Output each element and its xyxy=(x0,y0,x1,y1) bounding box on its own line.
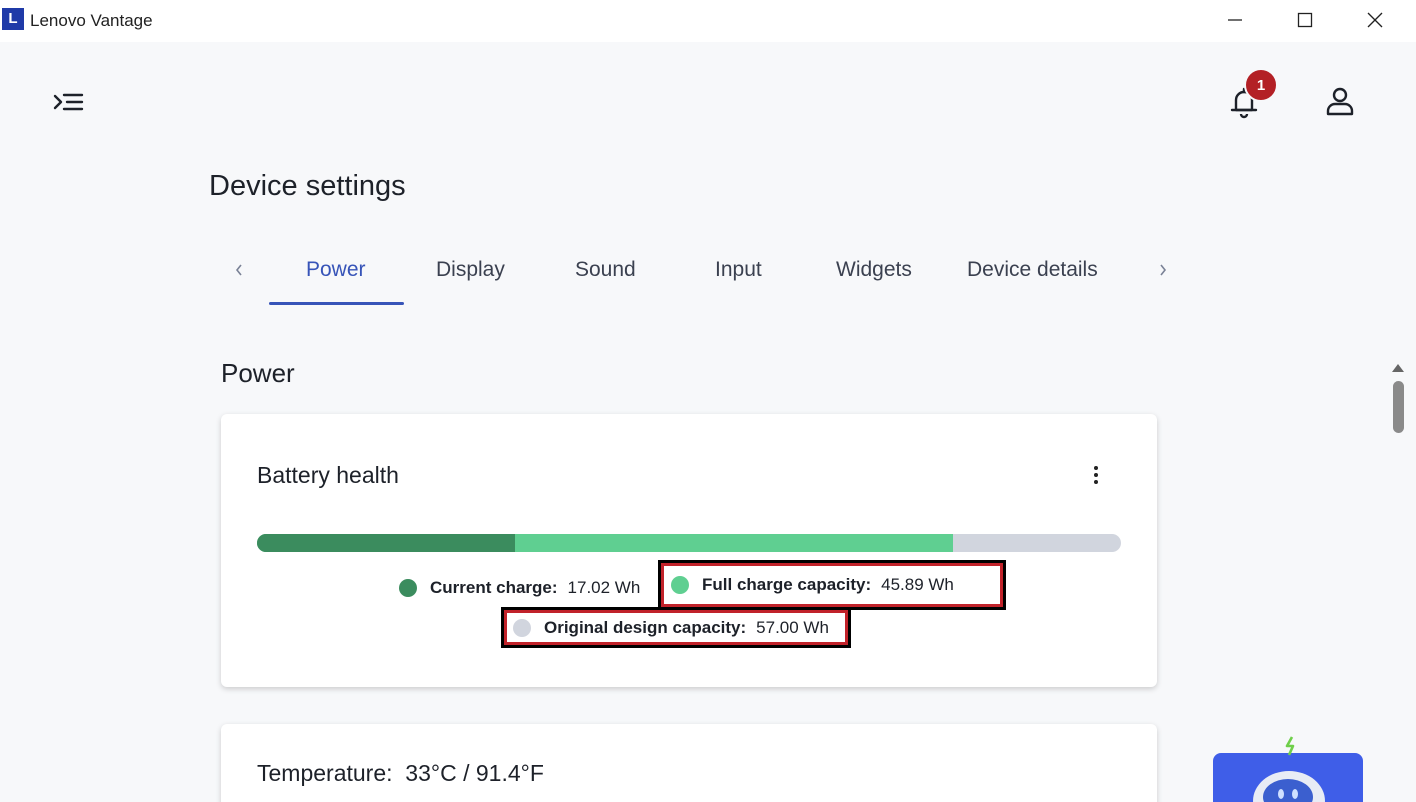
tab-sound[interactable]: Sound xyxy=(575,258,636,288)
app-logo: L xyxy=(2,8,24,30)
battery-capacity-bar xyxy=(257,534,1121,552)
battery-health-card: Battery health Current charge: 17.02 Wh … xyxy=(221,414,1157,687)
chevron-left-icon xyxy=(235,264,242,276)
scroll-up-arrow[interactable] xyxy=(1391,361,1405,373)
close-icon xyxy=(1367,12,1383,28)
full-charge-value: 45.89 Wh xyxy=(881,575,954,594)
battery-health-title: Battery health xyxy=(257,462,399,488)
temperature-title: Temperature: 33°C / 91.4°F xyxy=(257,760,544,787)
tab-display[interactable]: Display xyxy=(436,258,505,288)
robot-mascot-icon xyxy=(1253,771,1325,802)
close-button[interactable] xyxy=(1340,0,1410,40)
tabs-scroll-right-button[interactable] xyxy=(1153,258,1173,282)
temperature-value: 33°C / 91.4°F xyxy=(405,760,544,786)
triangle-up-icon xyxy=(1392,364,1404,372)
menu-expand-icon[interactable] xyxy=(52,88,86,116)
full-charge-dot xyxy=(671,576,689,594)
scrollbar-thumb[interactable] xyxy=(1393,381,1404,433)
user-account-icon[interactable] xyxy=(1322,84,1358,120)
window-title: Lenovo Vantage xyxy=(30,11,153,30)
notification-badge: 1 xyxy=(1244,68,1278,102)
original-design-label: Original design capacity: xyxy=(544,617,747,637)
legend-current-charge: Current charge: 17.02 Wh xyxy=(399,578,640,598)
temperature-label: Temperature: xyxy=(257,760,393,786)
temperature-card: Temperature: 33°C / 91.4°F xyxy=(221,724,1157,802)
tab-device-details[interactable]: Device details xyxy=(967,258,1098,288)
tab-input[interactable]: Input xyxy=(715,258,762,288)
current-charge-dot xyxy=(399,579,417,597)
maximize-icon xyxy=(1297,12,1313,28)
lightning-icon xyxy=(1285,736,1295,756)
legend-original-design-capacity: Original design capacity: 57.00 Wh xyxy=(501,607,851,648)
virtual-assistant-button[interactable] xyxy=(1213,753,1363,802)
tab-power[interactable]: Power xyxy=(306,258,366,288)
current-charge-segment xyxy=(257,534,515,552)
original-design-value: 57.00 Wh xyxy=(756,617,829,637)
section-title: Power xyxy=(221,358,295,388)
tabs-scroll-left-button[interactable] xyxy=(229,258,249,282)
minimize-icon xyxy=(1228,19,1242,21)
minimize-button[interactable] xyxy=(1200,0,1270,40)
original-design-dot xyxy=(513,618,531,637)
title-bar: L Lenovo Vantage xyxy=(0,0,1416,42)
active-tab-indicator xyxy=(269,302,404,305)
current-charge-value: 17.02 Wh xyxy=(567,578,641,597)
full-charge-label: Full charge capacity: xyxy=(702,575,872,594)
current-charge-label: Current charge: xyxy=(430,578,558,597)
more-options-icon[interactable] xyxy=(1081,460,1111,490)
tab-widgets[interactable]: Widgets xyxy=(836,258,912,288)
chevron-right-icon xyxy=(1160,264,1167,276)
maximize-button[interactable] xyxy=(1270,0,1340,40)
legend-full-charge-capacity: Full charge capacity: 45.89 Wh xyxy=(658,560,1006,610)
page-title: Device settings xyxy=(209,170,406,202)
